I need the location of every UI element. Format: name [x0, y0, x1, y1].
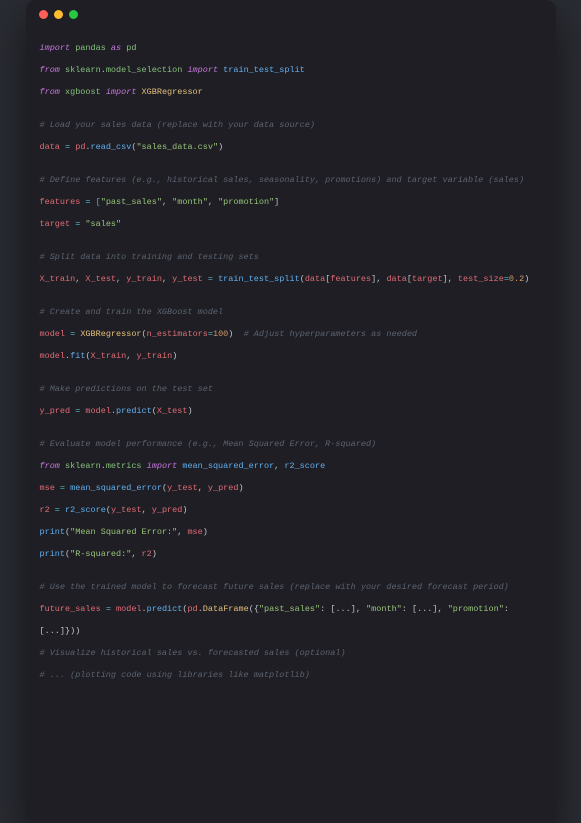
code-line: # Split data into training and testing s…	[40, 252, 542, 263]
editor-window: import pandas as pd from sklearn.model_s…	[26, 0, 556, 823]
code-line: mse = mean_squared_error(y_test, y_pred)	[40, 483, 542, 494]
code-line: model = XGBRegressor(n_estimators=100) #…	[40, 329, 542, 340]
code-line: from sklearn.model_selection import trai…	[40, 65, 542, 76]
code-line: print("R-squared:", r2)	[40, 549, 542, 560]
code-line: # Make predictions on the test set	[40, 384, 542, 395]
code-line: r2 = r2_score(y_test, y_pred)	[40, 505, 542, 516]
titlebar	[26, 0, 556, 28]
code-line: print("Mean Squared Error:", mse)	[40, 527, 542, 538]
code-line: [...]}))	[40, 626, 542, 637]
code-line: # Use the trained model to forecast futu…	[40, 582, 542, 593]
code-line: target = "sales"	[40, 219, 542, 230]
code-line: # ... (plotting code using libraries lik…	[40, 670, 542, 681]
minimize-icon[interactable]	[54, 10, 63, 19]
code-line: import pandas as pd	[40, 43, 542, 54]
code-line: # Create and train the XGBoost model	[40, 307, 542, 318]
code-line: X_train, X_test, y_train, y_test = train…	[40, 274, 542, 285]
code-editor[interactable]: import pandas as pd from sklearn.model_s…	[26, 28, 556, 823]
code-line: y_pred = model.predict(X_test)	[40, 406, 542, 417]
code-line: from xgboost import XGBRegressor	[40, 87, 542, 98]
code-line: features = ["past_sales", "month", "prom…	[40, 197, 542, 208]
maximize-icon[interactable]	[69, 10, 78, 19]
code-line: from sklearn.metrics import mean_squared…	[40, 461, 542, 472]
code-line: model.fit(X_train, y_train)	[40, 351, 542, 362]
code-line: future_sales = model.predict(pd.DataFram…	[40, 604, 542, 615]
code-line: # Visualize historical sales vs. forecas…	[40, 648, 542, 659]
code-line: data = pd.read_csv("sales_data.csv")	[40, 142, 542, 153]
code-line: # Load your sales data (replace with you…	[40, 120, 542, 131]
close-icon[interactable]	[39, 10, 48, 19]
code-line: # Define features (e.g., historical sale…	[40, 175, 542, 186]
code-line: # Evaluate model performance (e.g., Mean…	[40, 439, 542, 450]
